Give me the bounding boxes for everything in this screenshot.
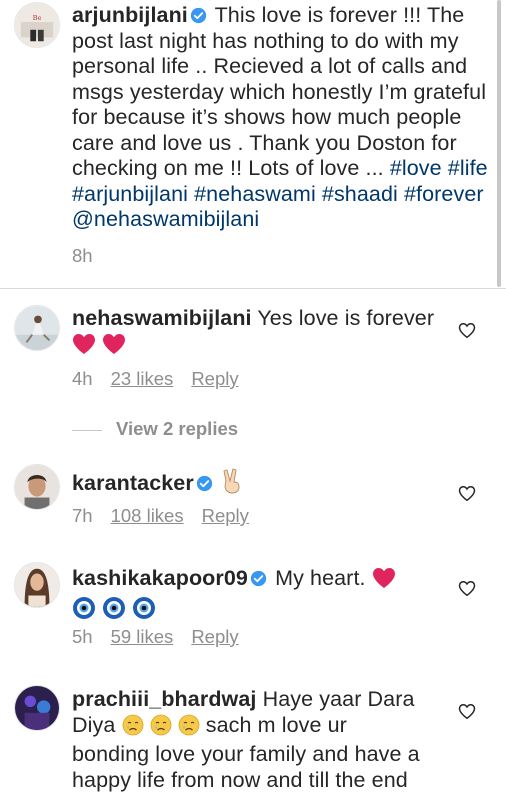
comment-2-time: 7h bbox=[72, 505, 93, 526]
caption-time: 8h bbox=[72, 245, 93, 266]
red-heart-emoji bbox=[372, 567, 396, 596]
comment-4-body-5: happy life from now and till the end bbox=[72, 767, 408, 792]
comment-1-text: nehaswamibijlani Yes love is forever bbox=[72, 306, 442, 361]
victory-hand-emoji bbox=[221, 468, 243, 501]
avatar-prachiii-bhardwaj[interactable] bbox=[14, 685, 60, 731]
red-heart-emoji bbox=[72, 333, 96, 362]
caption-block: Be arjunbijlani This love is forever !!!… bbox=[0, 0, 506, 288]
crying-face-emoji bbox=[122, 714, 144, 743]
comment-3-reply-button[interactable]: Reply bbox=[191, 626, 238, 648]
divider bbox=[0, 288, 506, 289]
comment-1-meta: 4h 23 likes Reply bbox=[72, 368, 239, 390]
avatar-image bbox=[15, 686, 59, 730]
caption-text: arjunbijlani This love is forever !!! Th… bbox=[72, 3, 492, 233]
avatar-image bbox=[15, 563, 59, 607]
view-replies-line bbox=[72, 429, 102, 431]
comment-3-body: My heart. bbox=[275, 566, 366, 590]
comment-4-body-3: sach m love ur bbox=[205, 712, 347, 737]
comment-4-username[interactable]: prachiii_bhardwaj bbox=[72, 687, 257, 711]
comment-3-time: 5h bbox=[72, 626, 93, 647]
caption-body: This love is forever !!! The post last n… bbox=[72, 3, 487, 180]
comment-4-body-1: Haye yaar Dara bbox=[262, 687, 415, 711]
view-replies-label: View 2 replies bbox=[116, 418, 239, 439]
red-heart-emoji bbox=[102, 333, 126, 362]
comment-3-text: kashikakapoor09 My heart. bbox=[72, 566, 442, 626]
scrollbar[interactable] bbox=[497, 0, 501, 287]
comment-2-text: karantacker bbox=[72, 468, 442, 501]
like-heart-icon[interactable] bbox=[458, 703, 476, 720]
comment-3-likes[interactable]: 59 likes bbox=[111, 626, 174, 648]
avatar-kashikakapoor09[interactable] bbox=[14, 562, 60, 608]
comment-1-likes[interactable]: 23 likes bbox=[111, 368, 174, 390]
comment-2-username[interactable]: karantacker bbox=[72, 471, 194, 495]
comment-4-body-4: bonding love your family and have a bbox=[72, 742, 420, 766]
like-heart-icon[interactable] bbox=[458, 485, 476, 502]
caption-username[interactable]: arjunbijlani bbox=[72, 3, 188, 27]
comment-1-body: Yes love is forever bbox=[257, 306, 435, 330]
comment-1-reply-button[interactable]: Reply bbox=[191, 368, 238, 390]
comment-2-meta: 7h 108 likes Reply bbox=[72, 505, 249, 527]
avatar-image bbox=[15, 306, 59, 350]
comment-4-text: prachiii_bhardwaj Haye yaar Dara Diya sa… bbox=[72, 687, 457, 793]
comment-3-meta: 5h 59 likes Reply bbox=[72, 626, 239, 648]
view-replies-button[interactable]: View 2 replies bbox=[72, 418, 238, 440]
avatar-image: Be bbox=[15, 3, 59, 47]
evil-eye-emoji bbox=[72, 596, 96, 627]
comment-4-body-2: Diya bbox=[72, 712, 116, 737]
svg-text:Be: Be bbox=[33, 14, 42, 22]
comment-1-time: 4h bbox=[72, 368, 93, 389]
verified-badge-icon bbox=[196, 475, 212, 492]
caption-meta: 8h bbox=[72, 245, 93, 267]
crying-face-emoji bbox=[150, 714, 172, 743]
verified-badge-icon bbox=[250, 570, 267, 587]
avatar-karantacker[interactable] bbox=[14, 464, 60, 510]
like-heart-icon[interactable] bbox=[458, 580, 476, 597]
verified-badge-icon bbox=[190, 7, 207, 24]
avatar-nehaswamibijlani[interactable] bbox=[14, 305, 60, 351]
comment-1-username[interactable]: nehaswamibijlani bbox=[72, 306, 252, 330]
evil-eye-emoji bbox=[132, 596, 156, 627]
avatar-image bbox=[15, 465, 59, 509]
crying-face-emoji bbox=[178, 714, 200, 743]
avatar-arjunbijlani[interactable]: Be bbox=[14, 2, 60, 48]
like-heart-icon[interactable] bbox=[458, 322, 476, 339]
comment-2-likes[interactable]: 108 likes bbox=[111, 505, 184, 527]
comment-2-reply-button[interactable]: Reply bbox=[202, 505, 249, 527]
comment-3-username[interactable]: kashikakapoor09 bbox=[72, 566, 248, 590]
evil-eye-emoji bbox=[102, 596, 126, 627]
